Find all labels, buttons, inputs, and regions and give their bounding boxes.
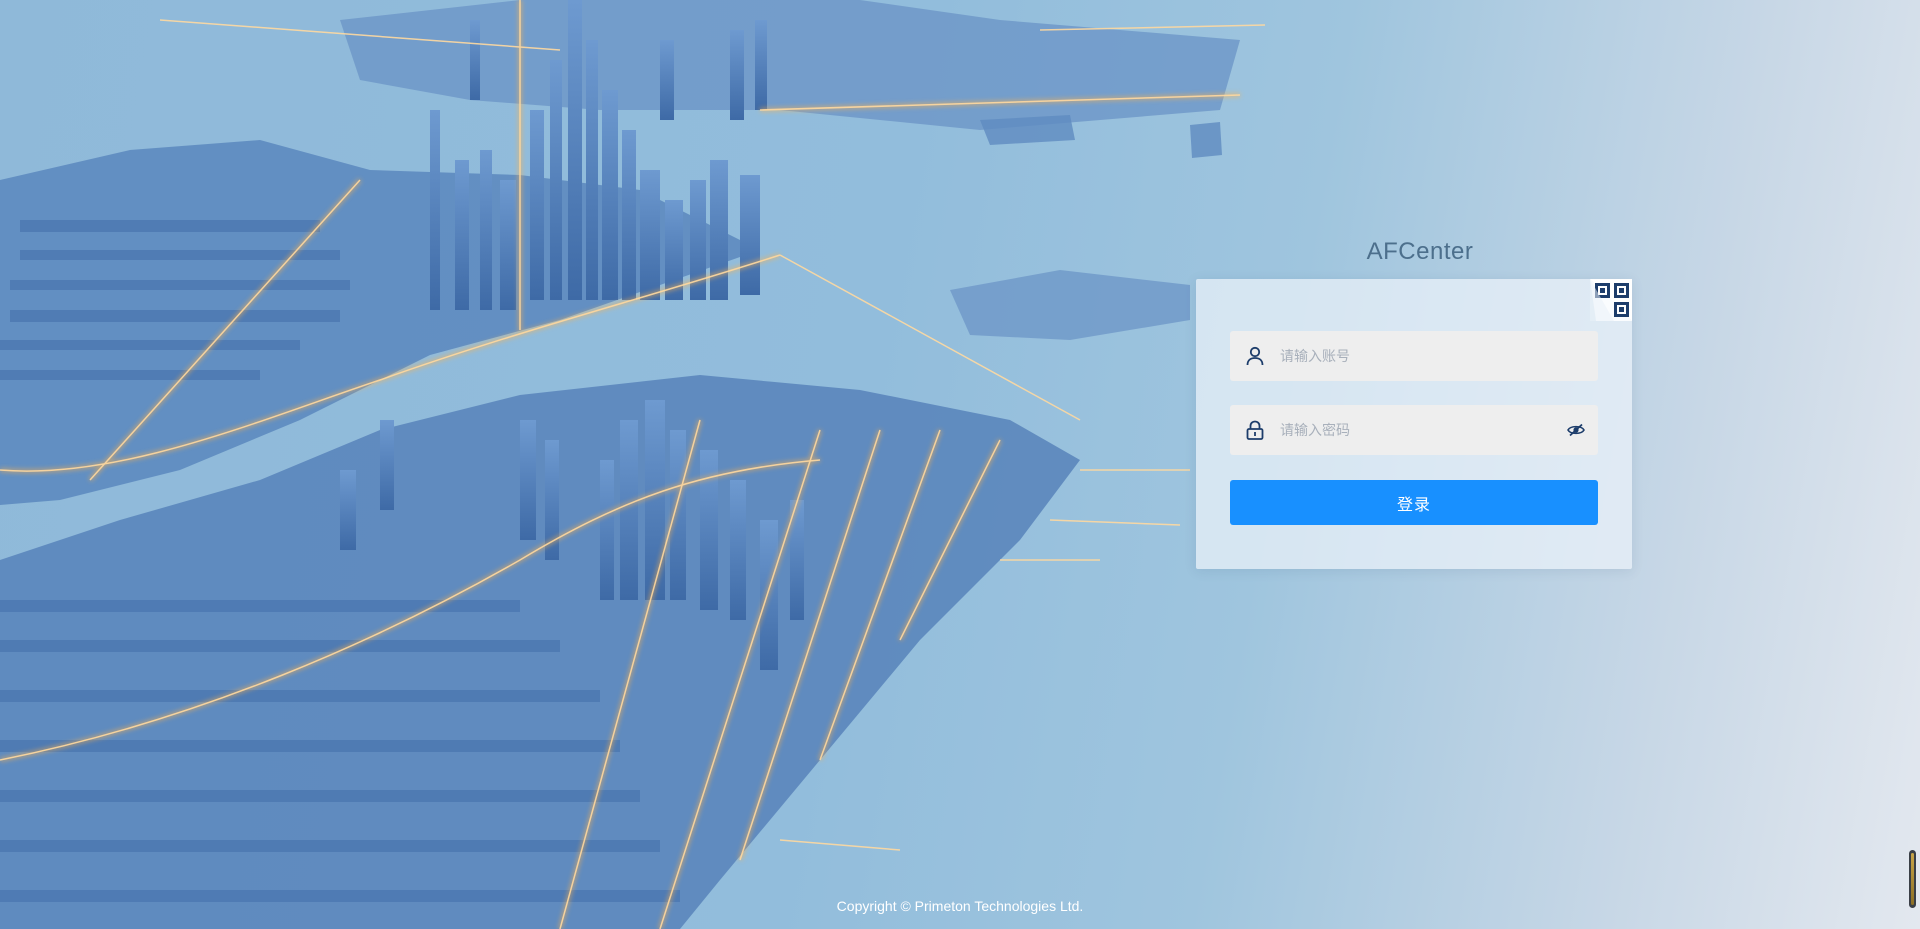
login-card: 登录: [1196, 279, 1632, 569]
password-field: [1230, 404, 1598, 456]
username-input[interactable]: [1278, 330, 1598, 382]
app-title: AFCenter: [1366, 238, 1474, 265]
scrollbar-thumb[interactable]: [1911, 853, 1914, 905]
password-input[interactable]: [1278, 404, 1566, 456]
qr-code-icon: [1590, 279, 1632, 321]
copyright-text: Copyright © Primeton Technologies Ltd.: [836, 898, 1084, 914]
username-field: [1230, 330, 1598, 382]
city-background-image: [0, 0, 1266, 929]
scrollbar[interactable]: [1909, 850, 1916, 908]
qr-login-toggle[interactable]: [1590, 279, 1632, 321]
eye-icon[interactable]: [1566, 420, 1586, 440]
user-icon: [1246, 346, 1264, 366]
login-button[interactable]: 登录: [1230, 480, 1598, 525]
lock-icon: [1246, 420, 1264, 440]
